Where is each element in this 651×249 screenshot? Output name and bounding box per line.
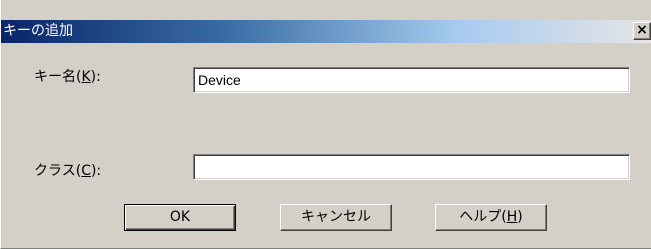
help-button-label-suffix: ) xyxy=(517,209,523,225)
ok-button[interactable]: OK xyxy=(124,204,236,231)
key-name-label-prefix: キー名( xyxy=(34,69,82,85)
class-label-suffix: ): xyxy=(90,163,102,179)
key-name-label: キー名(K): xyxy=(34,68,101,86)
class-label-mnemonic: C xyxy=(81,163,91,179)
help-button[interactable]: ヘルプ(H) xyxy=(435,204,547,231)
help-button-label-prefix: ヘルプ( xyxy=(459,209,507,225)
class-input[interactable] xyxy=(193,154,630,180)
dialog-title: キーの追加 xyxy=(3,23,73,39)
class-label: クラス(C): xyxy=(34,162,101,180)
close-button[interactable]: × xyxy=(633,22,651,40)
key-name-input[interactable]: Device xyxy=(193,67,630,93)
key-name-label-mnemonic: K xyxy=(81,69,91,85)
cancel-button-label: キャンセル xyxy=(301,209,371,225)
class-label-prefix: クラス( xyxy=(34,163,82,179)
key-name-label-suffix: ): xyxy=(90,69,101,85)
add-key-dialog: キーの追加 × キー名(K): Device クラス(C): OK キャンセル … xyxy=(0,0,651,249)
cancel-button[interactable]: キャンセル xyxy=(280,204,392,231)
help-button-mnemonic: H xyxy=(506,209,518,225)
close-icon: × xyxy=(636,22,648,38)
title-bar[interactable]: キーの追加 × xyxy=(1,20,651,43)
key-name-value: Device xyxy=(198,72,241,88)
ok-button-label: OK xyxy=(169,209,191,225)
